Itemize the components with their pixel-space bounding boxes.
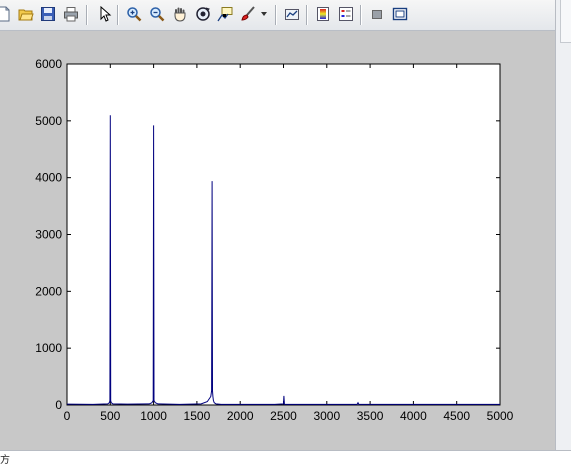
zoom-in-button[interactable]: [124, 4, 144, 24]
toolbar-separator: [86, 5, 88, 25]
new-figure-button[interactable]: [0, 4, 14, 24]
toolbar-separator: [275, 5, 277, 25]
data-cursor-button[interactable]: [215, 4, 235, 24]
x-tick-label: 0: [64, 409, 71, 423]
zoom-out-button[interactable]: [147, 4, 167, 24]
x-tick-label: 1000: [140, 409, 167, 423]
printer-icon: [64, 7, 78, 22]
zoom-in-icon: [127, 7, 142, 22]
y-tick-label: 1000: [35, 341, 62, 355]
status-bar: [0, 450, 571, 465]
save-figure-button[interactable]: [38, 4, 58, 24]
colorbar-icon: [317, 7, 329, 21]
brush-icon: [241, 6, 255, 21]
toolbar-separator: [117, 5, 119, 25]
x-tick-label: 5000: [487, 409, 514, 423]
dock-tab[interactable]: [560, 0, 571, 43]
print-figure-button[interactable]: [61, 4, 81, 24]
rotate-icon: [196, 7, 210, 21]
show-plot-tools-button[interactable]: [390, 4, 410, 24]
link-plot-button[interactable]: [282, 4, 302, 24]
brush-dropdown[interactable]: [258, 4, 270, 24]
edit-plot-button[interactable]: [95, 4, 115, 24]
brush-button[interactable]: [238, 4, 258, 24]
folder-open-icon: [18, 9, 34, 21]
x-tick-label: 4500: [443, 409, 470, 423]
insert-legend-button[interactable]: [336, 4, 356, 24]
toolbar-separator: [360, 5, 362, 25]
axes-background: [66, 63, 501, 406]
y-tick-label: 4000: [35, 171, 62, 185]
x-tick-label: 2000: [227, 409, 254, 423]
toolbar-separator: [306, 5, 308, 25]
show-tools-icon: [392, 7, 408, 21]
window-right-border: [555, 0, 571, 450]
hide-tools-icon: [372, 10, 382, 19]
plot-svg[interactable]: 0 500 1000 1500 2000 2500 3000 3500 4000 4500 5000…: [0, 31, 555, 450]
chevron-down-icon: [261, 12, 267, 16]
y-tick-label: 2000: [35, 284, 62, 298]
link-icon: [285, 9, 299, 20]
pan-button[interactable]: [170, 4, 190, 24]
x-tick-label: 3500: [357, 409, 384, 423]
x-tick-label: 2500: [270, 409, 297, 423]
y-tick-label: 0: [55, 398, 62, 412]
zoom-out-icon: [150, 7, 165, 22]
new-file-icon: [0, 6, 10, 22]
x-tick-label: 500: [100, 409, 120, 423]
data-cursor-icon: [217, 7, 233, 22]
x-tick-label: 3000: [313, 409, 340, 423]
hand-icon: [174, 7, 186, 22]
matlab-figure-window: 0 500 1000 1500 2000 2500 3000 3500 4000 4500 5000…: [0, 0, 571, 466]
legend-icon: [339, 7, 353, 21]
arrow-cursor-icon: [100, 6, 112, 22]
save-disk-icon: [41, 7, 55, 21]
y-tick-label: 6000: [35, 57, 62, 71]
rotate-3d-button[interactable]: [193, 4, 213, 24]
hide-plot-tools-button[interactable]: [367, 4, 387, 24]
y-tick-label: 3000: [35, 228, 62, 242]
insert-colorbar-button[interactable]: [313, 4, 333, 24]
x-tick-label: 4000: [400, 409, 427, 423]
figure-canvas: 0 500 1000 1500 2000 2500 3000 3500 4000 4500 5000…: [0, 31, 555, 450]
figure-toolbar: [0, 0, 555, 31]
y-tick-label: 5000: [35, 114, 62, 128]
open-file-button[interactable]: [16, 4, 36, 24]
x-tick-label: 1500: [184, 409, 211, 423]
